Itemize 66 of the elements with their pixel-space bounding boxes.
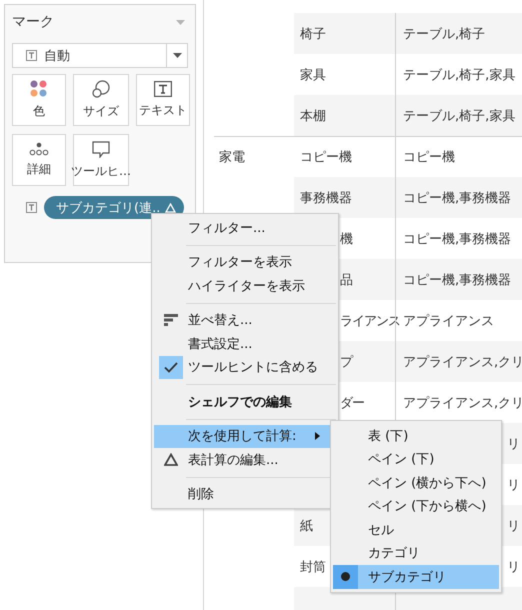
table-cell-text: コピー機,事務機器 — [403, 190, 512, 206]
table-cell-text: 家具 — [300, 66, 326, 84]
menu-item[interactable]: カテゴリ — [333, 542, 499, 565]
table-cell-text: リ — [507, 436, 520, 452]
text-mark-icon — [26, 50, 37, 61]
table-cell-text: コピー機 — [403, 149, 455, 166]
sort-icon — [164, 314, 178, 326]
table-cell-text: コピー機,事務機器 — [403, 230, 512, 248]
table-cell-text: プ — [340, 354, 352, 370]
table-cell-text: 機 — [340, 230, 352, 248]
checkmark-icon — [164, 362, 178, 373]
menu-item[interactable]: 並べ替え... — [154, 308, 330, 332]
text-icon — [154, 81, 172, 97]
menu-item[interactable]: 削除 — [154, 482, 330, 506]
table-cell-text: コピー機,事務機器 — [403, 272, 512, 288]
mark-property-button[interactable]: 色 — [12, 74, 66, 126]
table-cell-text: 家電 — [219, 149, 245, 166]
mark-property-button[interactable]: ツールヒ… — [73, 134, 129, 186]
color-dots-icon — [30, 80, 48, 98]
menu-item[interactable]: 書式設定... — [154, 332, 330, 356]
menu-item[interactable]: ハイライターを表示 — [154, 274, 330, 298]
table-cell-text: 椅子 — [300, 26, 326, 42]
size-circles-icon — [92, 80, 110, 98]
mark-property-button[interactable]: 詳細 — [12, 134, 66, 186]
menu-item[interactable]: 次を使用して計算: — [154, 424, 330, 448]
table-cell-text: テーブル,椅子 — [403, 26, 486, 42]
menu-item[interactable]: シェルフでの編集 — [154, 390, 330, 414]
speech-bubble-icon — [92, 140, 110, 158]
table-cell-text: 封筒 — [300, 558, 326, 576]
delta-icon — [164, 453, 178, 466]
menu-item[interactable]: フィルターを表示 — [154, 250, 330, 274]
mark-property-button[interactable]: サイズ — [73, 74, 129, 126]
table-cell-text: ダー — [340, 394, 364, 412]
table-cell-text: リ — [507, 558, 520, 576]
table-cell-text: リ — [507, 476, 520, 494]
menu-item[interactable]: セル — [333, 518, 499, 542]
menu-item[interactable]: ツールヒントに含める — [154, 356, 330, 379]
table-cell-text: 本棚 — [300, 108, 326, 124]
delta-icon — [165, 202, 176, 212]
submenu-arrow-icon — [315, 432, 320, 440]
table-cell-text: テーブル,椅子,家具 — [403, 108, 516, 124]
menu-item[interactable]: フィルター... — [154, 216, 330, 240]
menu-item[interactable]: ペイン (下から横へ) — [333, 494, 499, 518]
text-mark-icon — [26, 202, 37, 213]
table-cell-text: 事務機器 — [300, 190, 352, 206]
mark-property-button[interactable]: テキスト — [136, 74, 190, 126]
menu-item[interactable]: ペイン (下) — [333, 448, 499, 471]
table-cell-text: テーブル,椅子,家具 — [403, 66, 516, 84]
table-cell-text: 品 — [340, 272, 352, 288]
menu-item[interactable]: 表 (下) — [333, 424, 499, 448]
table-cell-text: リ — [507, 518, 520, 534]
table-cell-text: 紙 — [300, 518, 313, 534]
table-cell-text: アプライアンス,クリ — [403, 354, 522, 370]
dropdown-icon[interactable] — [176, 20, 185, 24]
table-cell-text: コピー機 — [300, 149, 352, 166]
menu-item[interactable]: ペイン (横から下へ) — [333, 471, 499, 494]
detail-dots-icon — [29, 142, 49, 156]
field-pill[interactable]: サブカテゴリ(連.. — [44, 196, 184, 219]
menu-item[interactable]: サブカテゴリ — [333, 565, 499, 588]
mark-type-dropdown[interactable]: 自動 — [12, 43, 188, 68]
caret-icon — [172, 53, 182, 58]
menu-item[interactable]: 表計算の編集... — [154, 448, 330, 472]
card-title: マーク — [12, 13, 54, 31]
table-cell-text: アプライアンス,クリ — [403, 394, 522, 412]
bullet-icon — [341, 572, 350, 582]
table-cell-text: アプライアンス — [403, 312, 494, 330]
